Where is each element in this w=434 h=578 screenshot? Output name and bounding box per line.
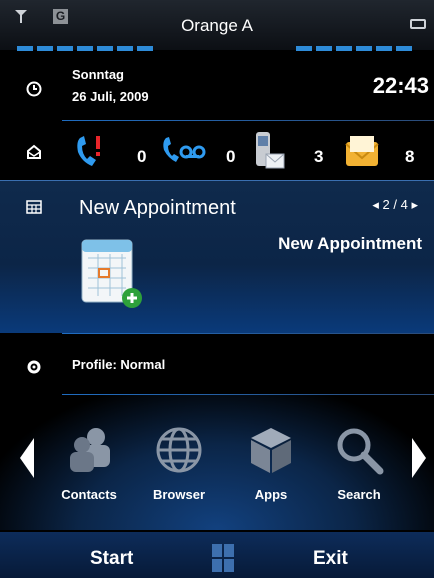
browser-label[interactable]: Browser: [134, 487, 224, 502]
email-icon[interactable]: [344, 134, 382, 168]
voicemail-icon[interactable]: [162, 136, 206, 166]
sms-icon[interactable]: [254, 130, 286, 170]
email-count: 8: [405, 147, 415, 166]
contacts-label[interactable]: Contacts: [44, 487, 134, 502]
calendar-icon: [26, 200, 42, 214]
divider: [62, 120, 434, 121]
profile-label[interactable]: Profile: Normal: [72, 357, 165, 372]
gear-icon: [27, 360, 41, 374]
inbox-icon: [27, 144, 41, 159]
keyboard-grid-icon[interactable]: [211, 543, 235, 573]
date-label: 26 Juli, 2009: [72, 89, 149, 104]
appointment-title[interactable]: New Appointment: [79, 197, 236, 220]
search-icon[interactable]: [334, 425, 384, 475]
battery-level-bar: [296, 38, 416, 51]
scroll-right-arrow-icon[interactable]: [412, 438, 426, 478]
missed-call-icon[interactable]: [74, 134, 104, 168]
apps-label[interactable]: Apps: [226, 487, 316, 502]
scroll-left-arrow-icon[interactable]: [20, 438, 34, 478]
new-appointment-calendar-icon: [81, 239, 142, 308]
appointment-subtitle: New Appointment: [278, 234, 422, 253]
browser-icon[interactable]: [154, 425, 204, 475]
battery-icon: [410, 19, 426, 29]
start-softkey[interactable]: Start: [90, 548, 133, 570]
search-label[interactable]: Search: [314, 487, 404, 502]
contacts-icon[interactable]: [66, 425, 116, 475]
time-display: 22:43: [372, 73, 429, 98]
missed-call-count: 0: [137, 147, 147, 166]
divider: [62, 333, 434, 334]
carrier-name: Orange A: [181, 16, 253, 35]
appointment-pager[interactable]: ◂ 2 / 4 ▸: [372, 197, 418, 213]
voicemail-count: 0: [226, 147, 236, 166]
clock-icon: [26, 81, 42, 97]
signal-strength-bar: [17, 38, 157, 51]
weekday-label: Sonntag: [72, 67, 124, 82]
sms-count: 3: [314, 147, 324, 166]
exit-softkey[interactable]: Exit: [313, 548, 348, 570]
apps-icon[interactable]: [246, 425, 296, 475]
